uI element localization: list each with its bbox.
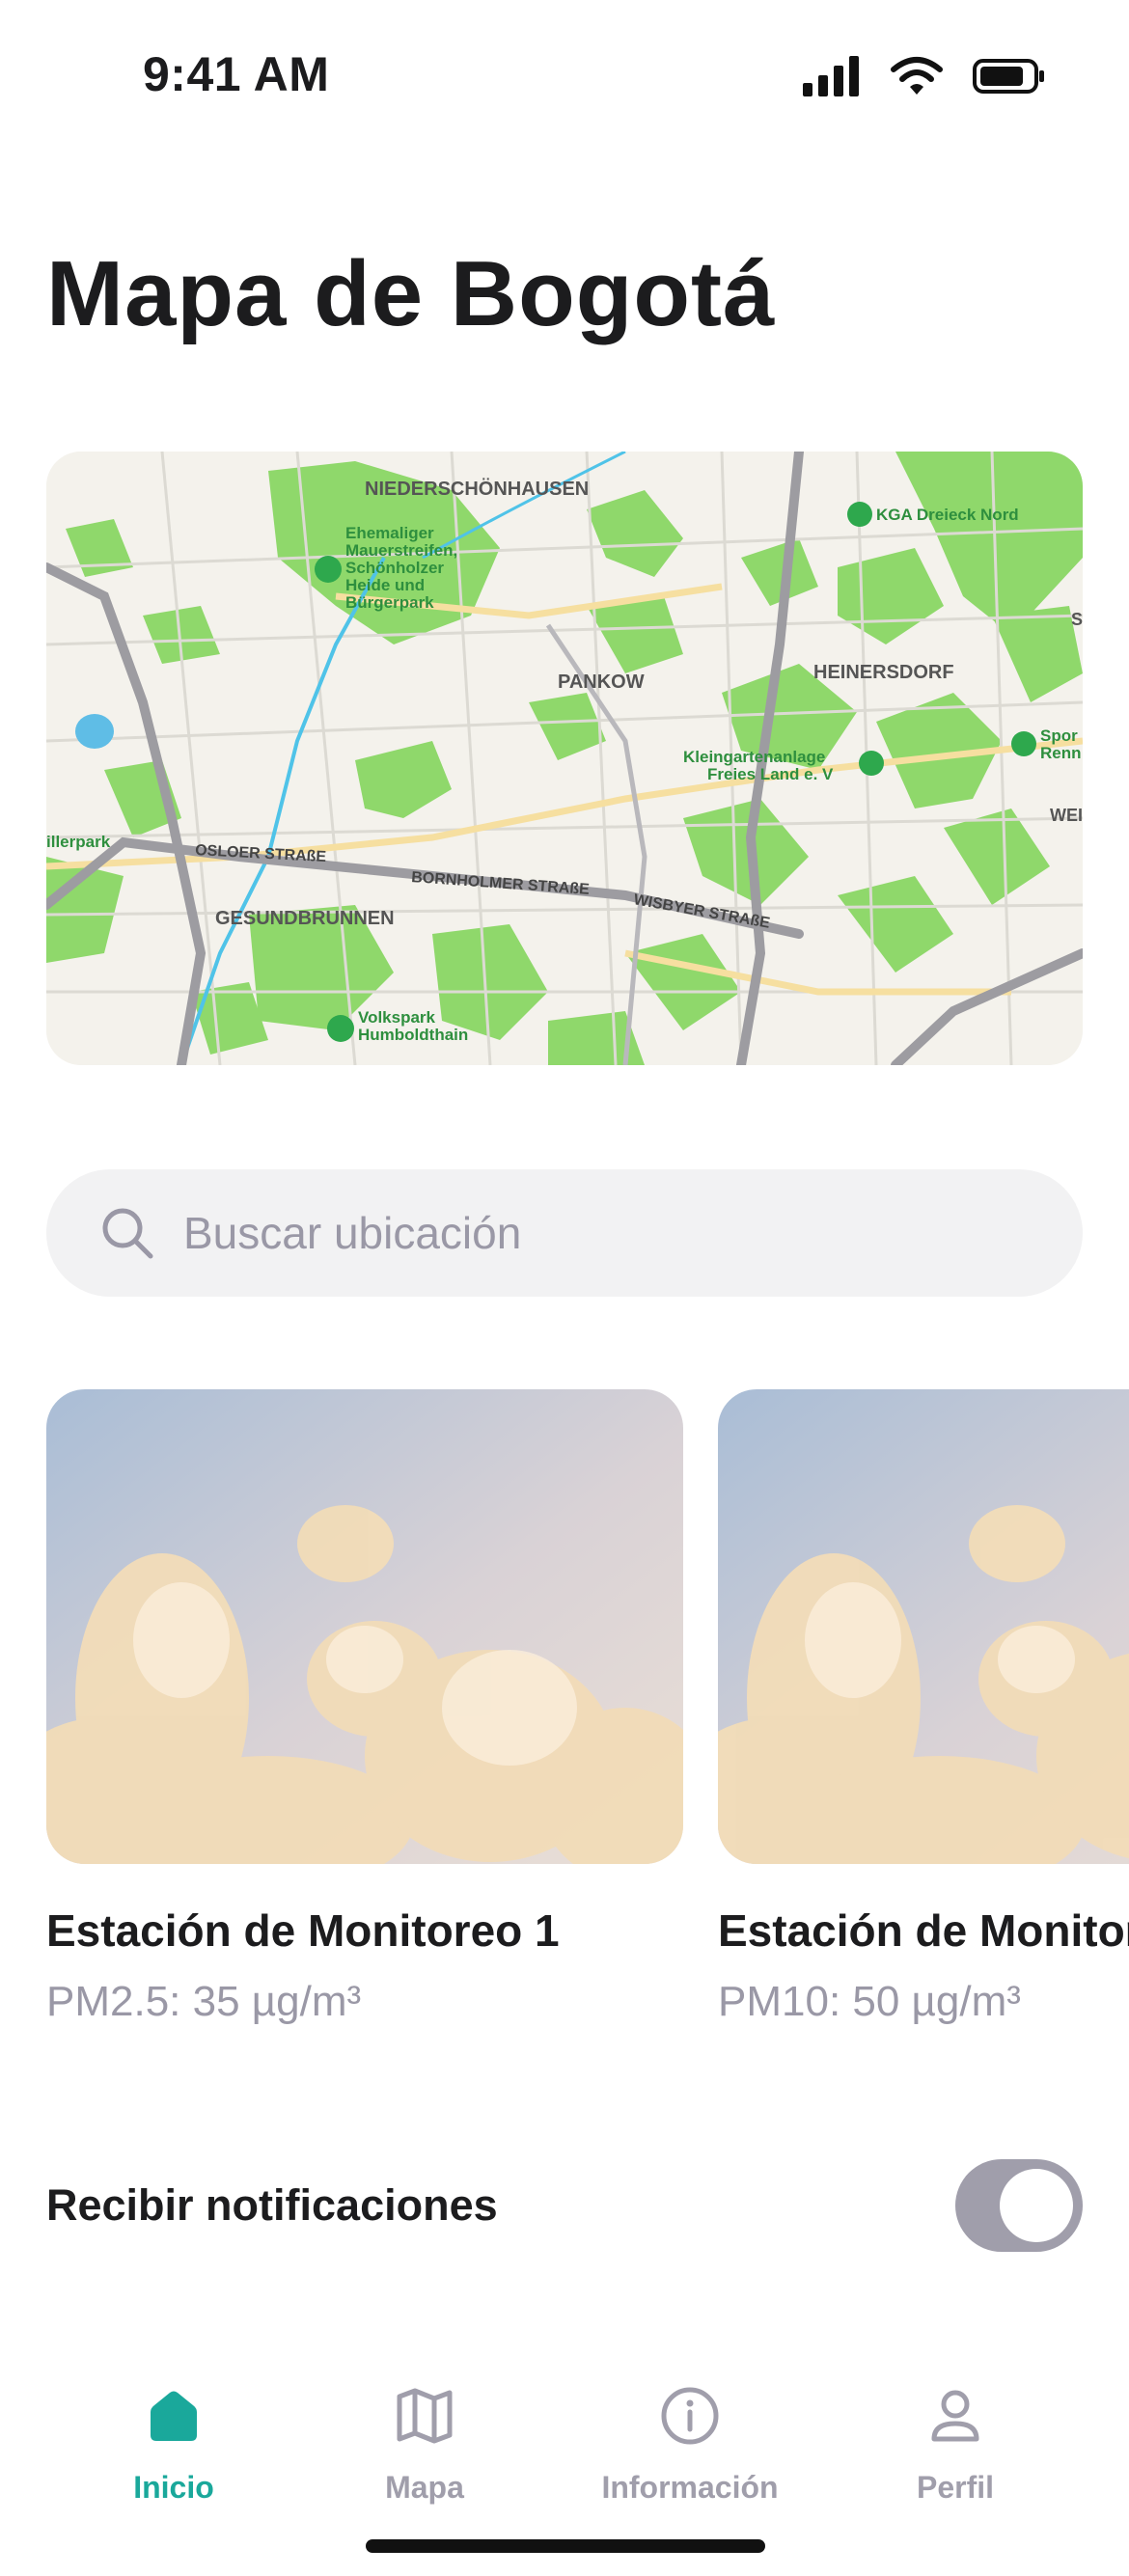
- stations-carousel[interactable]: Estación de Monitoreo 1 PM2.5: 35 µg/m³: [46, 1389, 1129, 2065]
- map-graphic: NIEDERSCHÖNHAUSEN PANKOW HEINERSDORF GES…: [46, 452, 1083, 1065]
- info-icon: [661, 2387, 719, 2445]
- home-indicator[interactable]: [366, 2539, 765, 2553]
- map-label-mauer-line: Heide und: [345, 576, 425, 594]
- search-bar[interactable]: [46, 1169, 1083, 1297]
- map-label-volkspark-line: Volkspark: [358, 1008, 436, 1027]
- station-image: [46, 1389, 683, 1864]
- tab-inicio[interactable]: Inicio: [48, 2383, 299, 2506]
- notifications-row: Recibir notificaciones: [46, 2157, 1083, 2254]
- tab-perfil[interactable]: Perfil: [830, 2383, 1081, 2506]
- search-input[interactable]: [181, 1206, 1015, 1260]
- station-card[interactable]: Estación de Monitoreo 1 PM2.5: 35 µg/m³: [46, 1389, 683, 2026]
- cellular-signal-icon: [803, 56, 859, 96]
- battery-icon: [973, 59, 1044, 94]
- map-label-illerpark: illerpark: [46, 833, 111, 851]
- station-card[interactable]: Estación de Monitoreo 2 PM10: 50 µg/m³: [718, 1389, 1129, 2026]
- tab-informacion[interactable]: Información: [564, 2383, 815, 2506]
- map-label-volkspark-line: Humboldthain: [358, 1026, 468, 1044]
- map-label-st: S: [1071, 610, 1083, 629]
- notifications-toggle[interactable]: [955, 2159, 1083, 2252]
- map-label-mauer-line: Bürgerpark: [345, 593, 434, 612]
- map-label-mauer-line: Schönholzer: [345, 559, 444, 577]
- map-label-mauer-line: Ehemaliger: [345, 524, 434, 542]
- map-label-gesundbrunnen: GESUNDBRUNNEN: [215, 908, 395, 929]
- tab-label: Perfil: [916, 2470, 995, 2505]
- map-label-sport-line: Spor: [1040, 726, 1078, 745]
- status-time: 9:41 AM: [143, 47, 330, 101]
- home-icon: [151, 2391, 197, 2441]
- tab-label: Mapa: [385, 2470, 464, 2505]
- status-icons: [803, 56, 1046, 96]
- map-label-sport-line: Renn: [1040, 744, 1082, 762]
- toggle-knob: [1000, 2169, 1073, 2242]
- map-label-niederschonhausen: NIEDERSCHÖNHAUSEN: [365, 478, 589, 500]
- tab-mapa[interactable]: Mapa: [299, 2383, 550, 2506]
- notifications-label: Recibir notificaciones: [46, 2180, 498, 2230]
- map-label-heinersdorf: HEINERSDORF: [813, 662, 954, 683]
- station-image: [718, 1389, 1129, 1864]
- map-label-kleingarten-line: Kleingartenanlage: [683, 748, 825, 766]
- map-icon: [397, 2388, 453, 2444]
- wifi-icon: [891, 57, 943, 95]
- map-label-pankow: PANKOW: [558, 671, 645, 693]
- map-label-wei: WEI: [1050, 806, 1083, 825]
- station-name: Estación de Monitoreo 1: [46, 1905, 560, 1956]
- person-icon: [931, 2390, 979, 2442]
- tab-label: Inicio: [133, 2470, 214, 2505]
- map-view[interactable]: NIEDERSCHÖNHAUSEN PANKOW HEINERSDORF GES…: [46, 452, 1083, 1065]
- tab-label: Información: [601, 2470, 779, 2505]
- page-title: Mapa de Bogotá: [46, 242, 776, 345]
- station-name: Estación de Monitoreo 2: [718, 1905, 1129, 1956]
- status-bar: 9:41 AM: [0, 0, 1129, 154]
- station-reading: PM2.5: 35 µg/m³: [46, 1978, 362, 2025]
- search-icon: [102, 1208, 153, 1259]
- map-label-kleingarten-line: Freies Land e. V: [707, 765, 834, 783]
- map-label-kga: KGA Dreieck Nord: [876, 506, 1019, 524]
- map-label-mauer-line: Mauerstreifen,: [345, 541, 457, 560]
- station-reading: PM10: 50 µg/m³: [718, 1978, 1021, 2025]
